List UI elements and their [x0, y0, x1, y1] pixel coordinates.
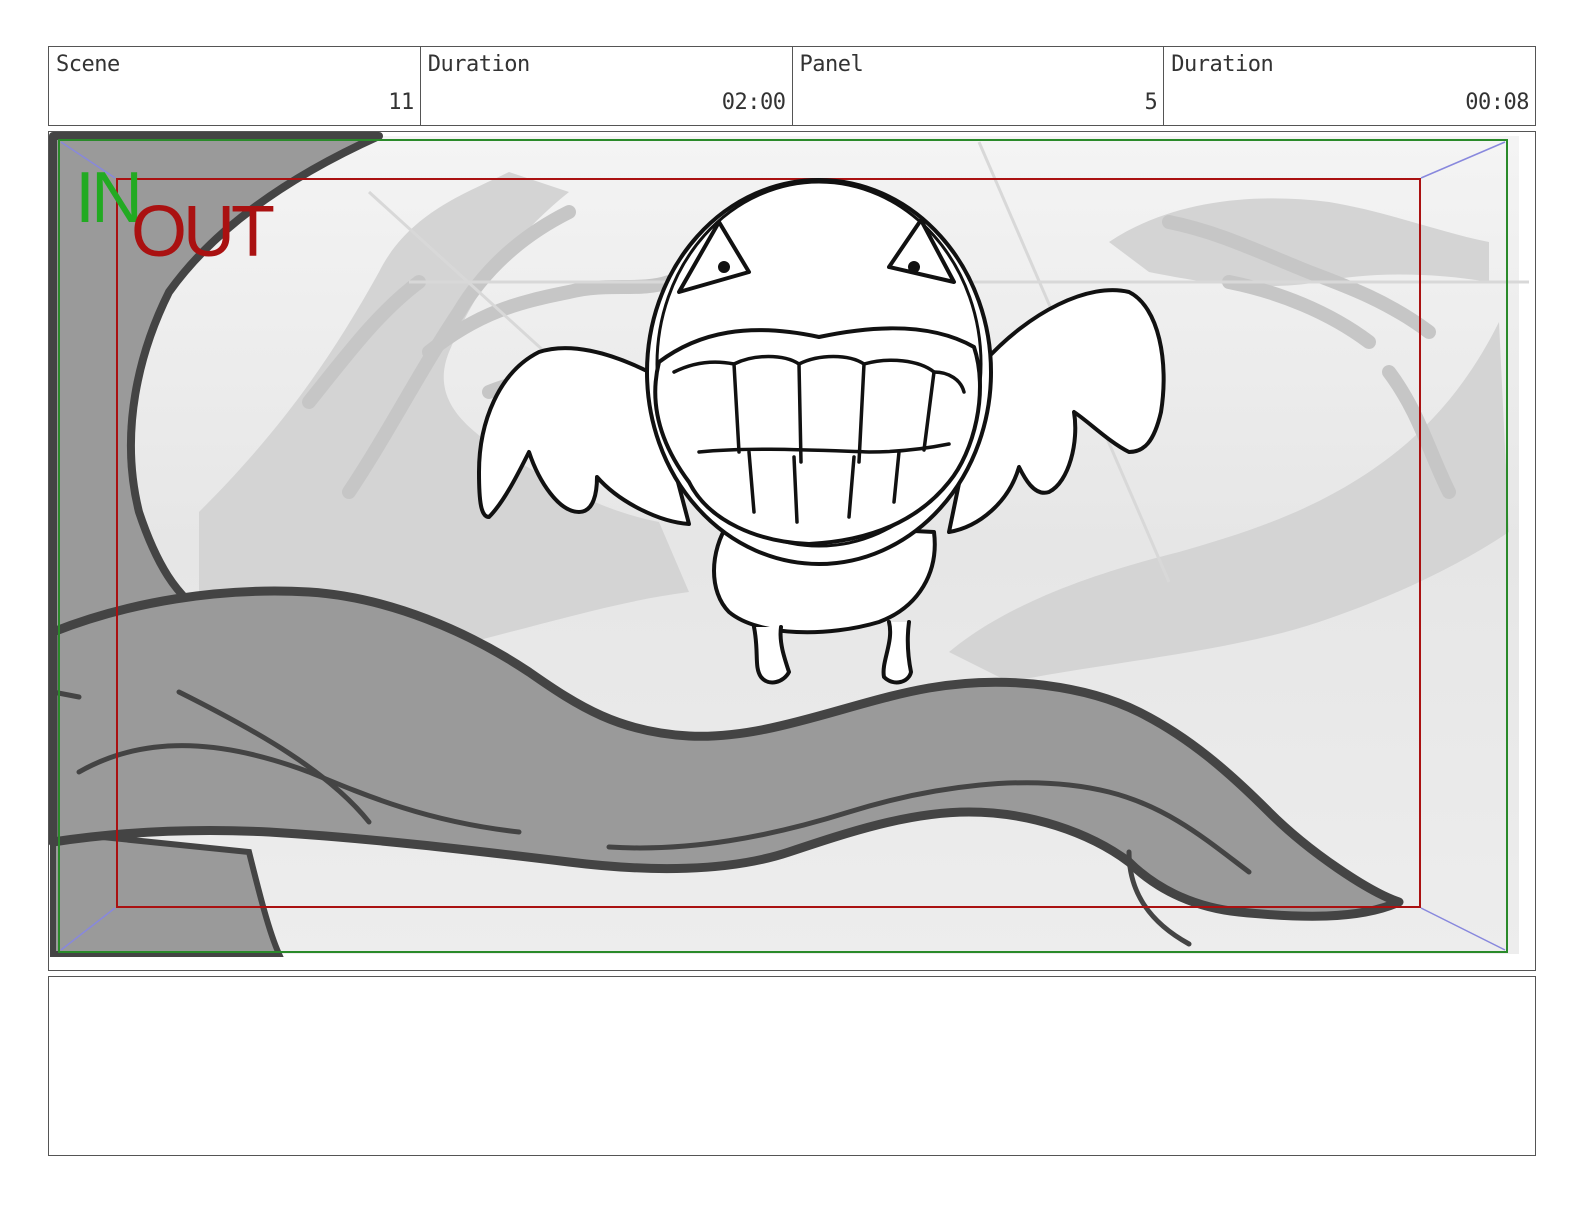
scene-number: 11	[388, 90, 414, 115]
out-label: OUT	[131, 192, 275, 272]
storyboard-drawing	[49, 132, 1529, 957]
scene-duration-value: 02:00	[721, 90, 786, 115]
panel-info-header: Scene 11 Duration 02:00 Panel 5 Duration…	[48, 46, 1536, 126]
scene-cell: Scene 11	[49, 47, 421, 125]
left-eye	[718, 261, 730, 273]
tree-trunk-base	[50, 828, 284, 957]
right-eye	[908, 261, 920, 273]
panel-notes-box	[48, 976, 1536, 1156]
scene-duration-cell: Duration 02:00	[421, 47, 793, 125]
panel-duration-cell: Duration 00:08	[1164, 47, 1535, 125]
scene-label: Scene	[56, 52, 120, 77]
in-label: IN	[75, 158, 143, 238]
panel-cell: Panel 5	[793, 47, 1165, 125]
panel-number: 5	[1144, 90, 1158, 115]
panel-duration-value: 00:08	[1465, 90, 1529, 115]
storyboard-panel-image: IN OUT	[48, 131, 1536, 971]
panel-label: Panel	[799, 52, 864, 77]
panel-duration-label: Duration	[1171, 52, 1274, 77]
scene-duration-label: Duration	[427, 52, 530, 77]
